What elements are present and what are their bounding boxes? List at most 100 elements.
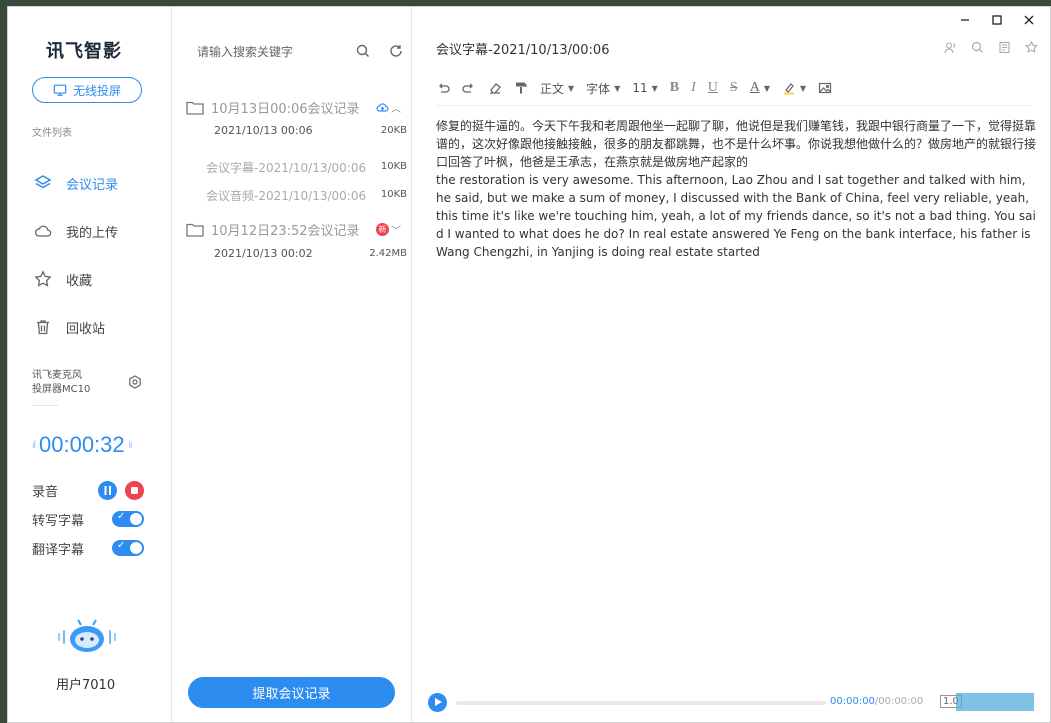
file-item-audio[interactable]: 会议音频-2021/10/13/00:06 (206, 187, 366, 204)
font-color-dropdown[interactable]: A ▼ (750, 80, 770, 96)
device-name: 讯飞麦克风 (32, 370, 82, 381)
folder-item[interactable]: 10月12日23:52会议记录 新 ﹀ (186, 220, 406, 240)
total-time: /00:00:00 (874, 696, 924, 707)
folder-icon (186, 223, 204, 237)
search-icon[interactable] (971, 41, 984, 54)
maximize-icon[interactable] (990, 13, 1004, 27)
transcribe-row: 转写字幕 ✓ (32, 509, 144, 529)
caret-down-icon: ▼ (568, 83, 575, 93)
cloud-upload-icon (376, 103, 389, 112)
highlight-dropdown[interactable]: ▼ (782, 81, 806, 95)
minimize-icon[interactable] (958, 13, 972, 27)
sidebar-item-trash[interactable]: 回收站 (34, 315, 105, 339)
wireless-cast-button[interactable]: 无线投屏 (32, 77, 142, 103)
undo-icon[interactable] (436, 81, 450, 95)
title-toolbar (944, 41, 1038, 54)
sidebar-item-meetings[interactable]: 会议记录 (34, 171, 118, 195)
translate-row: 翻译字幕 ✓ (32, 538, 144, 558)
transcript-paragraph-en: the restoration is very awesome. This af… (436, 173, 1036, 259)
folder-name: 10月13日00:06会议记录 (211, 102, 360, 117)
italic-button[interactable]: I (691, 80, 696, 96)
font-family-value: 字体 (586, 81, 611, 96)
wireless-cast-label: 无线投屏 (72, 83, 121, 98)
new-badge-icon: 新 (376, 223, 389, 236)
toggle-knob (130, 513, 142, 525)
file-list-panel: 请输入搜索关键字 10月13日00:06会议记录 ︿ 2021/10/13 00… (172, 7, 412, 722)
eraser-icon[interactable] (488, 81, 502, 95)
paragraph-style-dropdown[interactable]: 正文 ▼ (540, 80, 574, 97)
toolbar-divider (436, 105, 1032, 106)
monitor-icon (53, 84, 67, 96)
sidebar-item-label: 会议记录 (66, 177, 119, 193)
chevron-down-icon[interactable]: ﹀ (391, 222, 401, 237)
speaker-user-icon[interactable] (944, 41, 957, 54)
editor-panel: 会议字幕-2021/10/13/00:06 正文 ▼ 字体 ▼ 11 ▼ B I… (412, 7, 1050, 722)
folder-size: 2.42MB (369, 248, 407, 259)
sidebar-item-label: 收藏 (66, 273, 93, 289)
pause-button[interactable] (98, 480, 117, 500)
caret-down-icon: ▼ (614, 83, 621, 93)
pause-icon (104, 485, 111, 495)
sidebar-item-uploads[interactable]: 我的上传 (34, 219, 118, 243)
layers-icon (34, 175, 52, 189)
user-name[interactable]: 用户7010 (56, 674, 115, 693)
strikethrough-button[interactable]: S (730, 80, 738, 96)
transcribe-label: 转写字幕 (32, 513, 85, 529)
app-window: 讯飞智影 无线投屏 文件列表 会议记录 我的上传 收藏 回收站 讯飞麦克风 投屏… (7, 6, 1051, 723)
format-painter-icon[interactable] (514, 81, 528, 95)
sidebar-item-favorites[interactable]: 收藏 (34, 267, 92, 291)
search-input[interactable]: 请输入搜索关键字 (197, 43, 293, 60)
chevron-up-icon[interactable]: ︿ (391, 100, 401, 115)
record-label: 录音 (32, 484, 59, 500)
recording-timer: ıl 00:00:32 lı (32, 432, 133, 458)
settings-hex-icon[interactable] (128, 375, 142, 389)
image-icon[interactable] (818, 81, 832, 95)
sidebar: 讯飞智影 无线投屏 文件列表 会议记录 我的上传 收藏 回收站 讯飞麦克风 投屏… (8, 7, 172, 722)
highlighter-icon (784, 83, 794, 95)
sound-wave-right-icon: lı (128, 439, 133, 451)
bold-button[interactable]: B (670, 80, 679, 96)
underline-button[interactable]: U (708, 80, 718, 96)
extract-meeting-button[interactable]: 提取会议记录 (188, 677, 395, 708)
close-icon[interactable] (1022, 13, 1036, 27)
window-controls (958, 13, 1036, 27)
file-size: 10KB (380, 161, 407, 172)
folder-date: 2021/10/13 00:02 (214, 247, 313, 260)
record-row: 录音 (32, 480, 144, 500)
stop-button[interactable] (125, 480, 144, 500)
star-icon[interactable] (1025, 41, 1038, 54)
redo-icon[interactable] (462, 81, 476, 95)
folder-icon (186, 101, 204, 115)
caret-down-icon: ▼ (651, 83, 658, 93)
current-time: 00:00:00 (830, 696, 875, 707)
sidebar-item-label: 我的上传 (66, 225, 119, 241)
transcript-paragraph-zh: 修复的挺牛逼的。今天下午我和老周跟他坐一起聊了聊，他说但是我们赚笔钱，我跟中银行… (436, 119, 1037, 169)
progress-bar[interactable] (456, 701, 826, 705)
file-list-label: 文件列表 (32, 128, 72, 139)
translate-toggle[interactable]: ✓ (112, 540, 144, 556)
file-item-subtitle[interactable]: 会议字幕-2021/10/13/00:06 (206, 159, 366, 176)
record-controls (98, 480, 144, 500)
document-icon[interactable] (998, 41, 1011, 54)
folder-name: 10月12日23:52会议记录 (211, 224, 360, 239)
refresh-icon[interactable] (389, 44, 403, 58)
play-button[interactable] (428, 693, 447, 712)
folder-item[interactable]: 10月13日00:06会议记录 ︿ (186, 98, 406, 118)
stop-icon (131, 486, 138, 494)
transcript-editor[interactable]: 修复的挺牛逼的。今天下午我和老周跟他坐一起聊了聊，他说但是我们赚笔钱，我跟中银行… (436, 117, 1036, 261)
player-time: 00:00:00/00:00:00 (830, 696, 923, 707)
sidebar-item-label: 回收站 (66, 321, 106, 337)
font-size-dropdown[interactable]: 11 ▼ (632, 81, 657, 95)
watermark-overlay (956, 693, 1034, 711)
caret-down-icon: ▼ (763, 83, 770, 93)
translate-label: 翻译字幕 (32, 542, 85, 558)
transcribe-toggle[interactable]: ✓ (112, 511, 144, 527)
device-model: 投屏器MC10 (32, 384, 91, 395)
check-icon: ✓ (117, 511, 126, 522)
font-size-value: 11 (632, 81, 648, 95)
search-icon[interactable] (356, 44, 370, 58)
folder-date: 2021/10/13 00:06 (214, 124, 313, 137)
format-toolbar: 正文 ▼ 字体 ▼ 11 ▼ B I U S A ▼ ▼ (436, 77, 1032, 99)
font-family-dropdown[interactable]: 字体 ▼ (586, 80, 620, 97)
app-logo: 讯飞智影 (46, 41, 122, 62)
